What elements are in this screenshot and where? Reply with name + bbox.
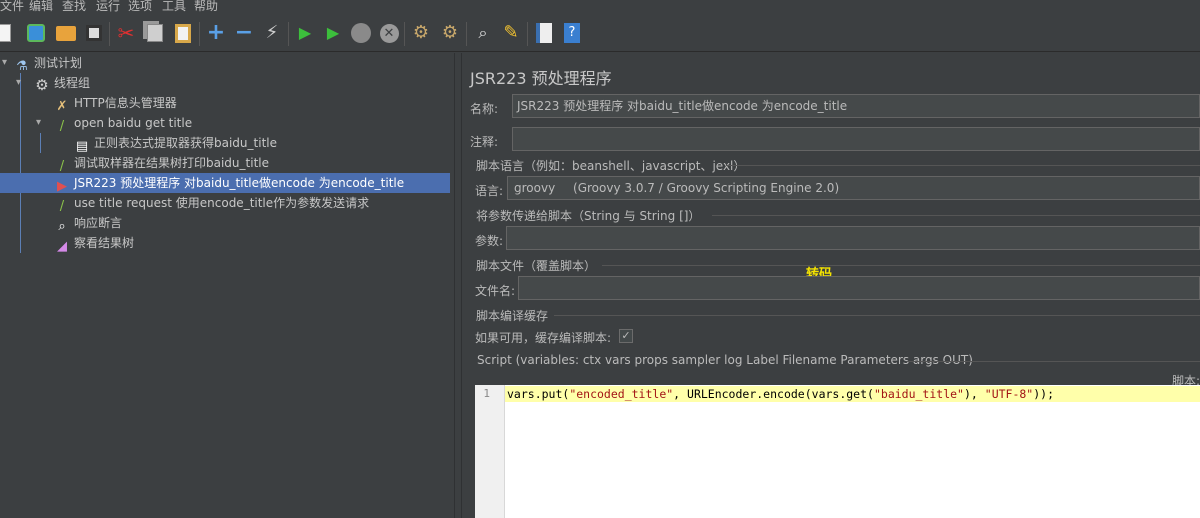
- templates-icon[interactable]: [25, 22, 47, 44]
- menu-help[interactable]: 帮助: [194, 0, 218, 14]
- parameters-group-title: 将参数传递给脚本（String 与 String []）: [476, 209, 701, 223]
- script-editor[interactable]: 1 vars.put("encoded_title", URLEncoder.e…: [475, 385, 1200, 518]
- language-select[interactable]: groovy (Groovy 3.0.7 / Groovy Scripting …: [507, 176, 1200, 200]
- save-icon[interactable]: [83, 22, 105, 44]
- cut-icon[interactable]: ✂: [115, 22, 137, 44]
- tree-guide-line: [40, 133, 41, 153]
- shutdown-icon[interactable]: ✕: [378, 22, 400, 44]
- collapse-toggle-icon[interactable]: ▾: [2, 57, 7, 68]
- language-detail: (Groovy 3.0.7 / Groovy Scripting Engine …: [573, 181, 840, 195]
- tree-item-open-baidu[interactable]: / open baidu get title: [54, 113, 192, 134]
- paste-icon[interactable]: [172, 22, 194, 44]
- start-icon[interactable]: ▶: [294, 22, 316, 44]
- script-file-group-title: 脚本文件（覆盖脚本）: [476, 259, 597, 273]
- group-divider: [554, 315, 1200, 316]
- group-divider: [907, 361, 1200, 362]
- function-helper-icon[interactable]: [533, 22, 555, 44]
- tree-item-test-plan[interactable]: ⚗ 测试计划: [14, 53, 82, 74]
- menu-file[interactable]: 文件: [0, 0, 24, 14]
- cache-label: 如果可用，缓存编译脚本:: [475, 331, 612, 345]
- toolbar: ✂ + − ⚡ ▶ ▶ ✕ ⚙ ⚙ ⌕ ✎ ?: [0, 16, 1200, 52]
- group-divider: [726, 165, 1200, 166]
- open-icon[interactable]: [55, 22, 77, 44]
- filename-label: 文件名:: [475, 284, 516, 298]
- help-icon[interactable]: ?: [561, 22, 583, 44]
- current-line-highlight: vars.put("encoded_title", URLEncoder.enc…: [505, 386, 1200, 402]
- search-icon[interactable]: ⌕: [472, 22, 494, 44]
- tree-item-view-results-tree[interactable]: ◢ 察看结果树: [54, 233, 134, 254]
- tree-item-response-assertion[interactable]: ⌕ 响应断言: [54, 213, 122, 234]
- tree-guide-line: [20, 73, 21, 253]
- clear-icon[interactable]: ⚙: [410, 22, 432, 44]
- start-no-pause-icon[interactable]: ▶: [322, 22, 344, 44]
- name-field[interactable]: JSR223 预处理程序 对baidu_title做encode 为encode…: [512, 94, 1200, 118]
- menu-options[interactable]: 选项: [128, 0, 152, 14]
- collapse-icon[interactable]: −: [233, 22, 255, 44]
- comment-field[interactable]: [512, 127, 1200, 151]
- collapse-toggle-icon[interactable]: ▾: [36, 117, 41, 128]
- expand-icon[interactable]: +: [205, 22, 227, 44]
- test-plan-icon: ⚗: [16, 59, 28, 74]
- compile-cache-group-title: 脚本编译缓存: [476, 309, 549, 323]
- collapse-toggle-icon[interactable]: ▾: [16, 77, 21, 88]
- tree-item-jsr223-preprocessor[interactable]: ▶ JSR223 预处理程序 对baidu_title做encode 为encod…: [0, 173, 450, 194]
- toggle-icon[interactable]: ⚡: [261, 22, 283, 44]
- group-divider: [712, 215, 1200, 216]
- new-icon[interactable]: [0, 22, 14, 44]
- filename-field[interactable]: [518, 276, 1200, 300]
- stop-icon[interactable]: [350, 22, 372, 44]
- tree-item-debug-sampler[interactable]: / 调试取样器在结果树打印baidu_title: [54, 153, 269, 174]
- language-value: groovy: [514, 181, 556, 195]
- tree-item-http-header-manager[interactable]: ✗ HTTP信息头管理器: [54, 93, 177, 114]
- language-label: 语言:: [475, 184, 504, 198]
- cache-checkbox[interactable]: ✓: [619, 329, 633, 343]
- panel-splitter[interactable]: [454, 53, 462, 518]
- parameters-field[interactable]: [506, 226, 1200, 250]
- menu-tools[interactable]: 工具: [162, 0, 186, 14]
- name-label: 名称:: [470, 102, 499, 116]
- page-title: JSR223 预处理程序: [470, 69, 612, 88]
- tree-item-use-title-request[interactable]: / use title request 使用encode_title作为参数发送请…: [54, 193, 369, 214]
- code-line[interactable]: vars.put("encoded_title", URLEncoder.enc…: [507, 386, 1054, 402]
- script-group-title: Script (variables: ctx vars props sample…: [477, 353, 973, 367]
- line-number: 1: [483, 387, 490, 400]
- clear-all-icon[interactable]: ⚙: [439, 22, 461, 44]
- test-plan-tree: ▾ ⚗ 测试计划 ▾ ⚙ 线程组 ✗ HTTP信息头管理器 ▾ / open baidu…: [0, 53, 454, 518]
- tree-item-thread-group[interactable]: ⚙ 线程组: [34, 73, 90, 93]
- sampler-pipette-icon: /: [59, 119, 65, 134]
- tree-item-regex-extractor[interactable]: ▤ 正则表达式提取器获得baidu_title: [74, 133, 277, 154]
- reset-search-icon[interactable]: ✎: [500, 22, 522, 44]
- group-divider: [602, 265, 1200, 266]
- menu-bar: 文件 编辑 查找 运行 选项 工具 帮助: [0, 0, 1200, 14]
- menu-run[interactable]: 运行: [96, 0, 120, 14]
- menu-edit[interactable]: 编辑: [29, 0, 53, 14]
- line-number-gutter: 1: [475, 385, 505, 518]
- thread-group-gear-icon: ⚙: [35, 76, 49, 94]
- comment-label: 注释:: [470, 135, 499, 149]
- parameters-label: 参数:: [475, 234, 504, 248]
- jsr223-preprocessor-panel: JSR223 预处理程序 名称: JSR223 预处理程序 对baidu_tit…: [462, 53, 1200, 518]
- results-tree-chart-icon: ◢: [57, 239, 67, 254]
- menu-search[interactable]: 查找: [62, 0, 86, 14]
- copy-icon[interactable]: [144, 22, 166, 44]
- script-language-group-title: 脚本语言（例如：beanshell、javascript、jexl）: [476, 159, 746, 173]
